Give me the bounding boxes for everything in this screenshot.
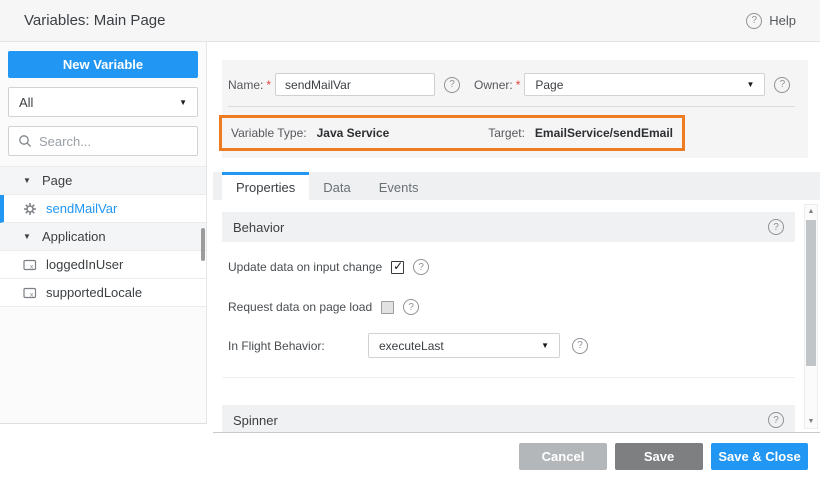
tree-item-sendmailvar[interactable]: sendMailVar: [0, 195, 206, 223]
scroll-down-icon[interactable]: ▼: [805, 418, 817, 425]
save-and-close-button[interactable]: Save & Close: [711, 443, 808, 470]
help-button[interactable]: ? Help: [746, 13, 796, 29]
request-data-help-icon[interactable]: ?: [403, 299, 419, 315]
help-icon: ?: [746, 13, 762, 29]
variable-filter-select[interactable]: All ▼: [8, 87, 198, 117]
target-label: Target:: [488, 126, 525, 140]
content-scrollbar[interactable]: ▲ ▼: [804, 204, 818, 429]
dropdown-arrow-icon: ▼: [746, 80, 754, 89]
cancel-button[interactable]: Cancel: [519, 443, 607, 470]
dropdown-arrow-icon: ▼: [179, 98, 187, 107]
owner-label: Owner:: [474, 78, 513, 92]
update-data-checkbox[interactable]: [391, 261, 404, 274]
variable-summary-panel: Name: * sendMailVar ? Owner: * Page ▼ ? …: [222, 60, 808, 158]
header: Variables: Main Page ? Help: [0, 0, 820, 42]
variable-type-label: Variable Type:: [231, 126, 307, 140]
variable-filter-value: All: [19, 95, 33, 110]
footer: Cancel Save Save & Close: [0, 433, 820, 487]
variable-type-highlight: Variable Type: Java Service Target: Emai…: [219, 115, 685, 151]
owner-select[interactable]: Page ▼: [524, 73, 765, 96]
tree-item-label: sendMailVar: [46, 201, 117, 216]
variables-dialog: Variables: Main Page ? Help New Variable…: [0, 0, 820, 487]
tree-item-label: supportedLocale: [46, 285, 142, 300]
variable-icon: x: [23, 258, 37, 272]
tree-item-loggedinuser[interactable]: x loggedInUser: [0, 251, 206, 279]
required-asterisk: *: [516, 78, 521, 92]
caret-down-icon: ▼: [23, 176, 33, 185]
new-variable-button[interactable]: New Variable: [8, 51, 198, 78]
in-flight-behavior-select[interactable]: executeLast ▼: [368, 333, 560, 358]
name-input[interactable]: sendMailVar: [275, 73, 435, 96]
variable-icon: x: [23, 286, 37, 300]
tree-group-label: Page: [42, 173, 72, 188]
search-icon: [18, 134, 32, 148]
behavior-section: Behavior ? Update data on input change ?…: [222, 212, 795, 378]
tab-properties[interactable]: Properties: [222, 172, 309, 200]
owner-value: Page: [535, 78, 563, 92]
tree-group-page[interactable]: ▼ Page: [0, 167, 206, 195]
search-placeholder: Search...: [39, 134, 91, 149]
spinner-section: Spinner ? Spinner Context: Search Widget…: [222, 405, 795, 433]
dropdown-arrow-icon: ▼: [541, 341, 549, 350]
request-data-checkbox[interactable]: [381, 301, 394, 314]
owner-help-icon[interactable]: ?: [774, 77, 790, 93]
in-flight-value: executeLast: [379, 339, 444, 353]
tab-events[interactable]: Events: [365, 172, 433, 200]
properties-scroll-area: Behavior ? Update data on input change ?…: [213, 200, 820, 433]
save-button[interactable]: Save: [615, 443, 703, 470]
main-panel: Name: * sendMailVar ? Owner: * Page ▼ ? …: [213, 42, 820, 433]
help-label: Help: [769, 13, 796, 28]
divider: [228, 106, 795, 107]
search-input[interactable]: Search...: [8, 126, 198, 156]
spinner-section-title: Spinner: [233, 413, 278, 428]
update-data-help-icon[interactable]: ?: [413, 259, 429, 275]
caret-down-icon: ▼: [23, 232, 33, 241]
tab-bar: Properties Data Events: [213, 172, 820, 200]
variable-tree: ▼ Page sendMailVar: [0, 166, 206, 307]
tree-item-label: loggedInUser: [46, 257, 123, 272]
name-help-icon[interactable]: ?: [444, 77, 460, 93]
tree-group-label: Application: [42, 229, 106, 244]
behavior-help-icon[interactable]: ?: [768, 219, 784, 235]
sidebar: New Variable All ▼ Search... ▼ Page: [0, 42, 207, 424]
spinner-help-icon[interactable]: ?: [768, 412, 784, 428]
target-value: EmailService/sendEmail: [535, 126, 673, 140]
gear-icon: [23, 202, 37, 216]
tree-group-application[interactable]: ▼ Application: [0, 223, 206, 251]
request-data-label: Request data on page load: [228, 300, 372, 314]
variable-type-value: Java Service: [317, 126, 390, 140]
content-scrollbar-thumb[interactable]: [806, 220, 816, 366]
tab-data[interactable]: Data: [309, 172, 364, 200]
name-label: Name:: [228, 78, 263, 92]
update-data-label: Update data on input change: [228, 260, 382, 274]
in-flight-label: In Flight Behavior:: [228, 339, 368, 353]
required-asterisk: *: [266, 78, 271, 92]
in-flight-help-icon[interactable]: ?: [572, 338, 588, 354]
scroll-up-icon[interactable]: ▲: [805, 208, 817, 215]
page-title: Variables: Main Page: [24, 12, 165, 29]
tree-item-supportedlocale[interactable]: x supportedLocale: [0, 279, 206, 307]
behavior-section-title: Behavior: [233, 220, 284, 235]
sidebar-scrollbar-thumb[interactable]: [201, 228, 205, 261]
